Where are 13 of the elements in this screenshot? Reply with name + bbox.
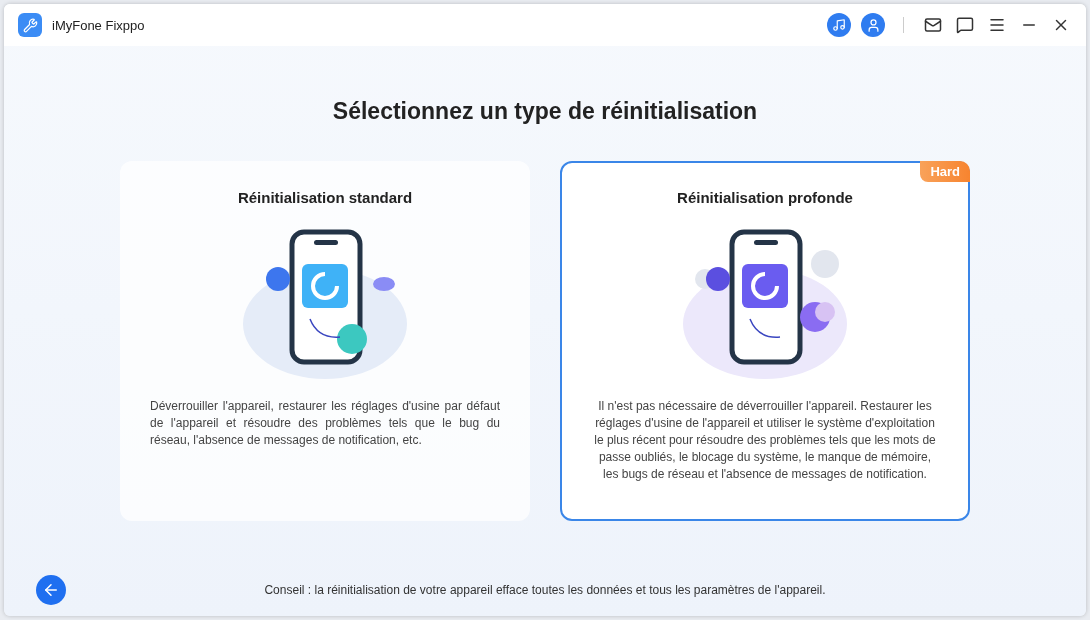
card-description: Déverrouiller l'appareil, restaurer les réglages d'usine par défaut de l'appareil et résoudre des problèmes tels que le bug du réseau, l'absence de messages de notification, etc. [150, 398, 500, 449]
user-icon[interactable] [861, 13, 885, 37]
card-title: Réinitialisation profonde [677, 189, 853, 206]
difficulty-badge: Hard [920, 161, 970, 182]
reset-option-card[interactable] [120, 161, 530, 521]
reset-option-card[interactable] [560, 161, 970, 521]
tip-text: Conseil : la réinitialisation de votre appareil efface toutes les données et tous les paramètres de l'appareil. [263, 583, 827, 597]
wrench-app-icon [18, 13, 42, 37]
page-heading: Sélectionnez un type de réinitialisation [332, 98, 758, 125]
back-button[interactable] [36, 575, 66, 605]
card-description: Il n'est pas nécessaire de déverrouiller l'appareil. Restaurer les réglages d'usine de l'appareil et utiliser le système d'exploitation le plus récent pour résoudre des problèmes tels que les mots de passe oubliés, le blocage du système, le manque de mémoire, les bugs de réseau et l'absence de messages de notification. [593, 398, 937, 483]
card-title: Réinitialisation standard [237, 189, 413, 206]
window-title: iMyFone Fixppo [52, 17, 146, 33]
